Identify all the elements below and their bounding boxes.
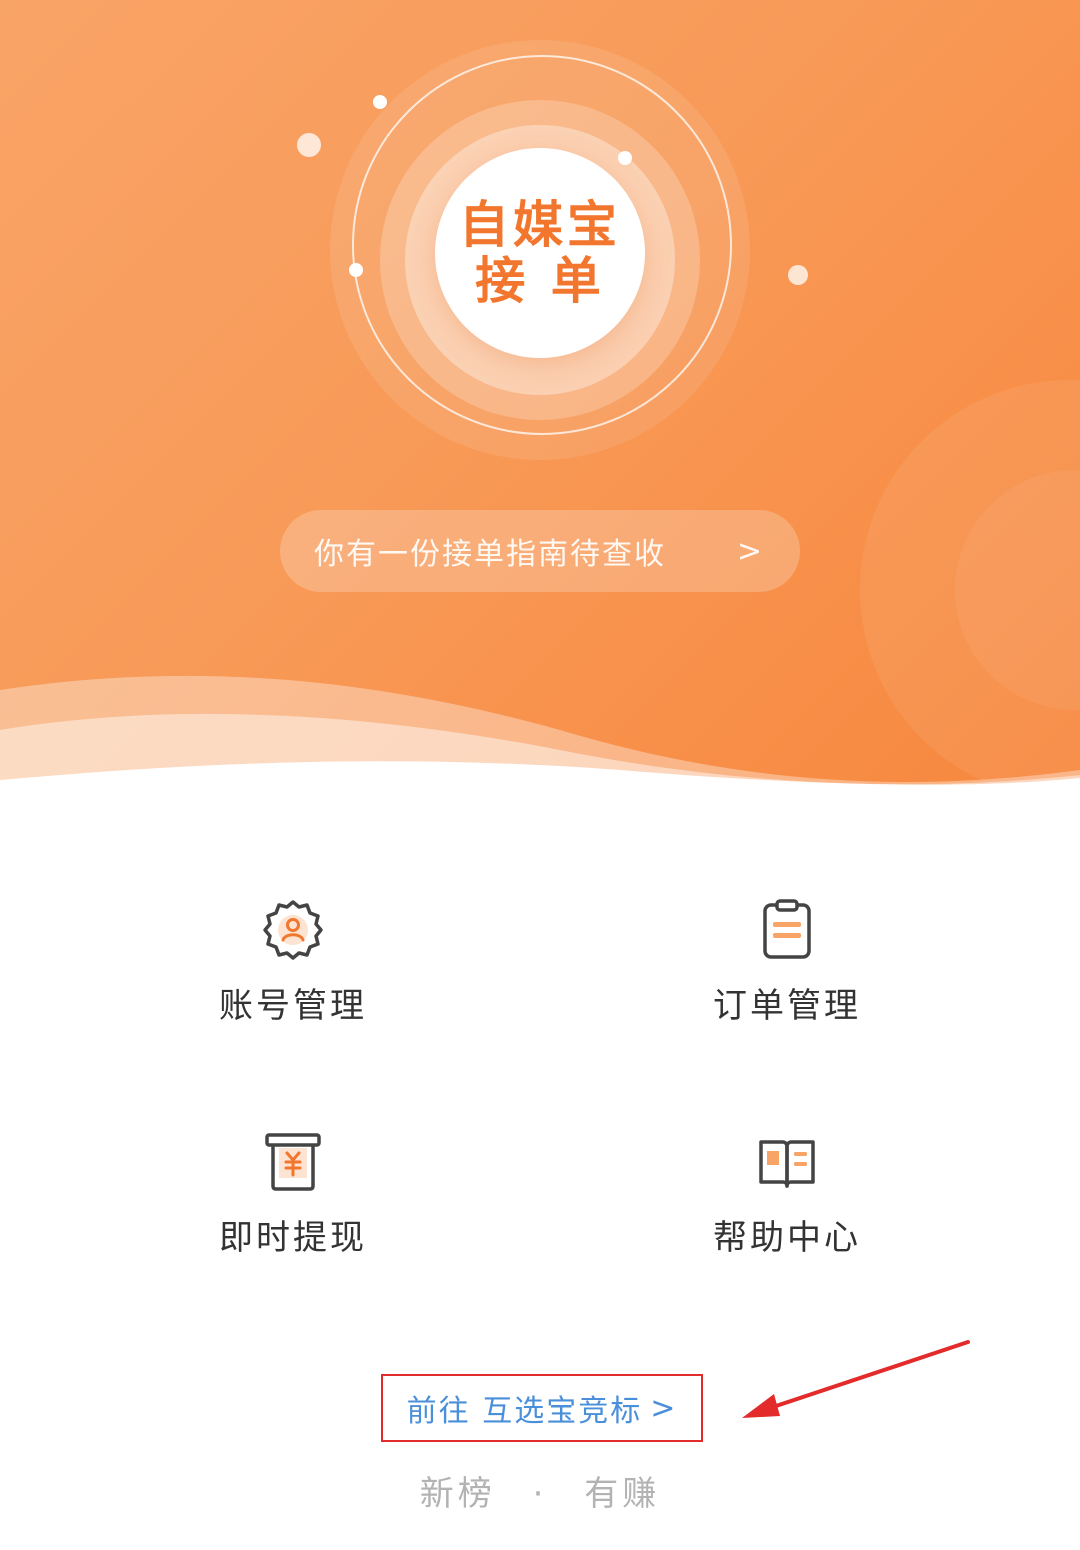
tagline-separator: ·: [532, 1474, 548, 1514]
hero-wave: [0, 675, 1080, 800]
account-gear-icon: [263, 900, 323, 960]
clipboard-icon: [763, 899, 811, 959]
goto-bidding-link[interactable]: 前往 互选宝竞标 >: [381, 1374, 703, 1442]
tagline-left: 新榜: [419, 1474, 496, 1514]
menu-order-management[interactable]: 订单管理: [637, 898, 937, 1027]
open-book-icon: [759, 1140, 815, 1188]
orbit-dot: [618, 151, 632, 165]
withdraw-yuan-icon: [265, 1133, 321, 1191]
chevron-right-icon: >: [650, 1390, 678, 1426]
menu-label: 账号管理: [219, 986, 367, 1026]
menu-help-center[interactable]: 帮助中心: [637, 1130, 937, 1259]
logo-text-line1: 自媒宝: [459, 196, 621, 254]
menu-account-management[interactable]: 账号管理: [143, 898, 443, 1027]
goto-bidding-label: 前往 互选宝竞标: [406, 1394, 643, 1429]
floating-bubble: [297, 133, 321, 157]
chevron-right-icon: >: [736, 533, 762, 569]
menu-instant-withdraw[interactable]: 即时提现: [143, 1130, 443, 1259]
hero-banner: 自媒宝 接 单 你有一份接单指南待查收 >: [0, 0, 1080, 800]
logo-text-line2: 接 单: [475, 252, 605, 310]
menu-label: 订单管理: [713, 986, 861, 1026]
brand-tagline: 新榜 · 有赚: [0, 1466, 1080, 1515]
guide-banner-text: 你有一份接单指南待查收: [314, 537, 666, 572]
menu-label: 即时提现: [219, 1218, 367, 1258]
app-logo: 自媒宝 接 单: [435, 148, 645, 358]
floating-bubble: [788, 265, 808, 285]
orbit-dot: [373, 95, 387, 109]
annotation-arrow-icon: [742, 1340, 970, 1418]
guide-banner-button[interactable]: 你有一份接单指南待查收 >: [280, 510, 800, 592]
menu-label: 帮助中心: [713, 1218, 861, 1258]
orbit-dot: [349, 263, 363, 277]
tagline-right: 有赚: [584, 1474, 661, 1514]
